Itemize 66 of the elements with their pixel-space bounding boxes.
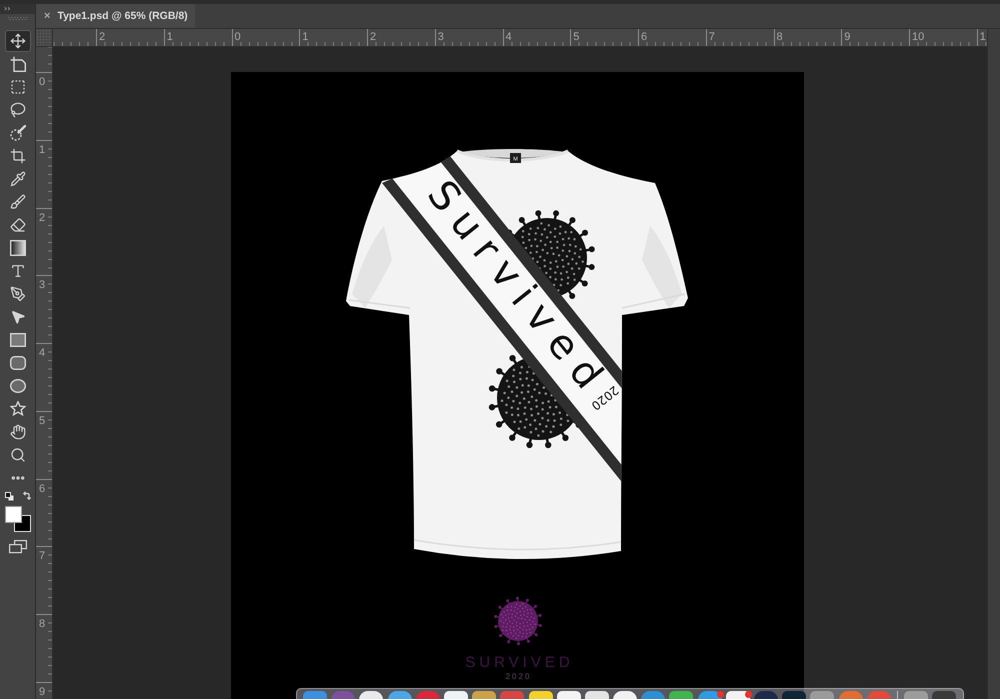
brush-icon xyxy=(10,194,26,210)
pen-icon xyxy=(10,286,26,302)
screen-mode-icon xyxy=(8,540,26,554)
ruler-number: 5 xyxy=(39,414,46,427)
swap-arrows-icon xyxy=(20,491,30,501)
type-icon xyxy=(10,263,26,279)
default-colors-button[interactable] xyxy=(4,492,14,500)
crop-icon xyxy=(10,148,26,164)
marquee-icon xyxy=(10,79,26,95)
default-colors-icon xyxy=(4,492,14,500)
ruler-number: 3 xyxy=(438,31,444,43)
ruler-number: 1 xyxy=(980,31,986,43)
ruler-number: 4 xyxy=(39,347,46,359)
dock-app-icon[interactable] xyxy=(584,691,609,699)
ruler-number: 9 xyxy=(844,31,850,43)
ruler-number: 2 xyxy=(370,31,376,43)
hand-icon xyxy=(10,424,26,440)
dock-app-icon[interactable] xyxy=(669,691,694,699)
close-tab-button[interactable]: × xyxy=(44,10,50,22)
ruler-number: 0 xyxy=(39,76,46,88)
dock-app-icon[interactable] xyxy=(528,691,552,699)
dock-app-icon[interactable] xyxy=(444,691,468,699)
dock-app-icon[interactable] xyxy=(472,691,496,699)
swap-colors-button[interactable] xyxy=(20,491,30,501)
ruler-number: 8 xyxy=(776,31,783,43)
collapse-panel-button[interactable]: ›› xyxy=(0,4,35,14)
artboard-icon xyxy=(10,56,26,72)
dock-app-icon[interactable] xyxy=(556,691,581,699)
ruler-number: 7 xyxy=(708,31,715,43)
document-tab[interactable]: × Type1.psd @ 65% (RGB/8) xyxy=(36,4,195,28)
rectangle-icon xyxy=(10,332,26,348)
rounded-rectangle-icon xyxy=(10,355,26,371)
ruler-number: 1 xyxy=(39,144,46,156)
screen-mode-button[interactable] xyxy=(8,540,26,554)
ruler-number: 1 xyxy=(166,31,173,43)
dock-app-icon[interactable] xyxy=(726,691,750,699)
ruler-number: 8 xyxy=(39,618,46,630)
ruler-number: 1 xyxy=(302,31,308,43)
gradient-icon xyxy=(10,240,26,256)
ruler-number: 2 xyxy=(99,31,106,43)
ellipse-icon xyxy=(10,378,26,394)
pointer-icon xyxy=(10,309,26,325)
logo-title: SURVIVED xyxy=(464,655,574,671)
ruler-number: 9 xyxy=(39,686,46,698)
star-shape-icon xyxy=(10,401,26,417)
color-swatches-icon[interactable] xyxy=(4,506,30,532)
ruler-number: 5 xyxy=(573,31,580,43)
search-icon xyxy=(10,447,26,463)
ruler-number: 7 xyxy=(39,550,46,562)
logo-year: 2020 xyxy=(504,672,532,681)
eraser-icon xyxy=(10,217,26,233)
ruler-number: 4 xyxy=(506,31,512,43)
ruler-number: 2 xyxy=(39,212,46,224)
eyedropper-icon xyxy=(10,171,26,187)
virus-logo xyxy=(492,596,542,646)
ruler-number: 10 xyxy=(912,31,924,43)
ruler-number: 3 xyxy=(39,279,46,292)
tool-button[interactable] xyxy=(4,30,30,52)
lasso-icon xyxy=(10,102,26,118)
neck-tag xyxy=(510,153,520,163)
ruler-number: 6 xyxy=(641,31,648,43)
ruler-number: 6 xyxy=(39,482,46,494)
ruler-number: 0 xyxy=(234,31,241,43)
dock-app-icon[interactable] xyxy=(782,691,806,699)
quick-selection-icon xyxy=(10,125,26,141)
move-icon xyxy=(10,33,26,49)
